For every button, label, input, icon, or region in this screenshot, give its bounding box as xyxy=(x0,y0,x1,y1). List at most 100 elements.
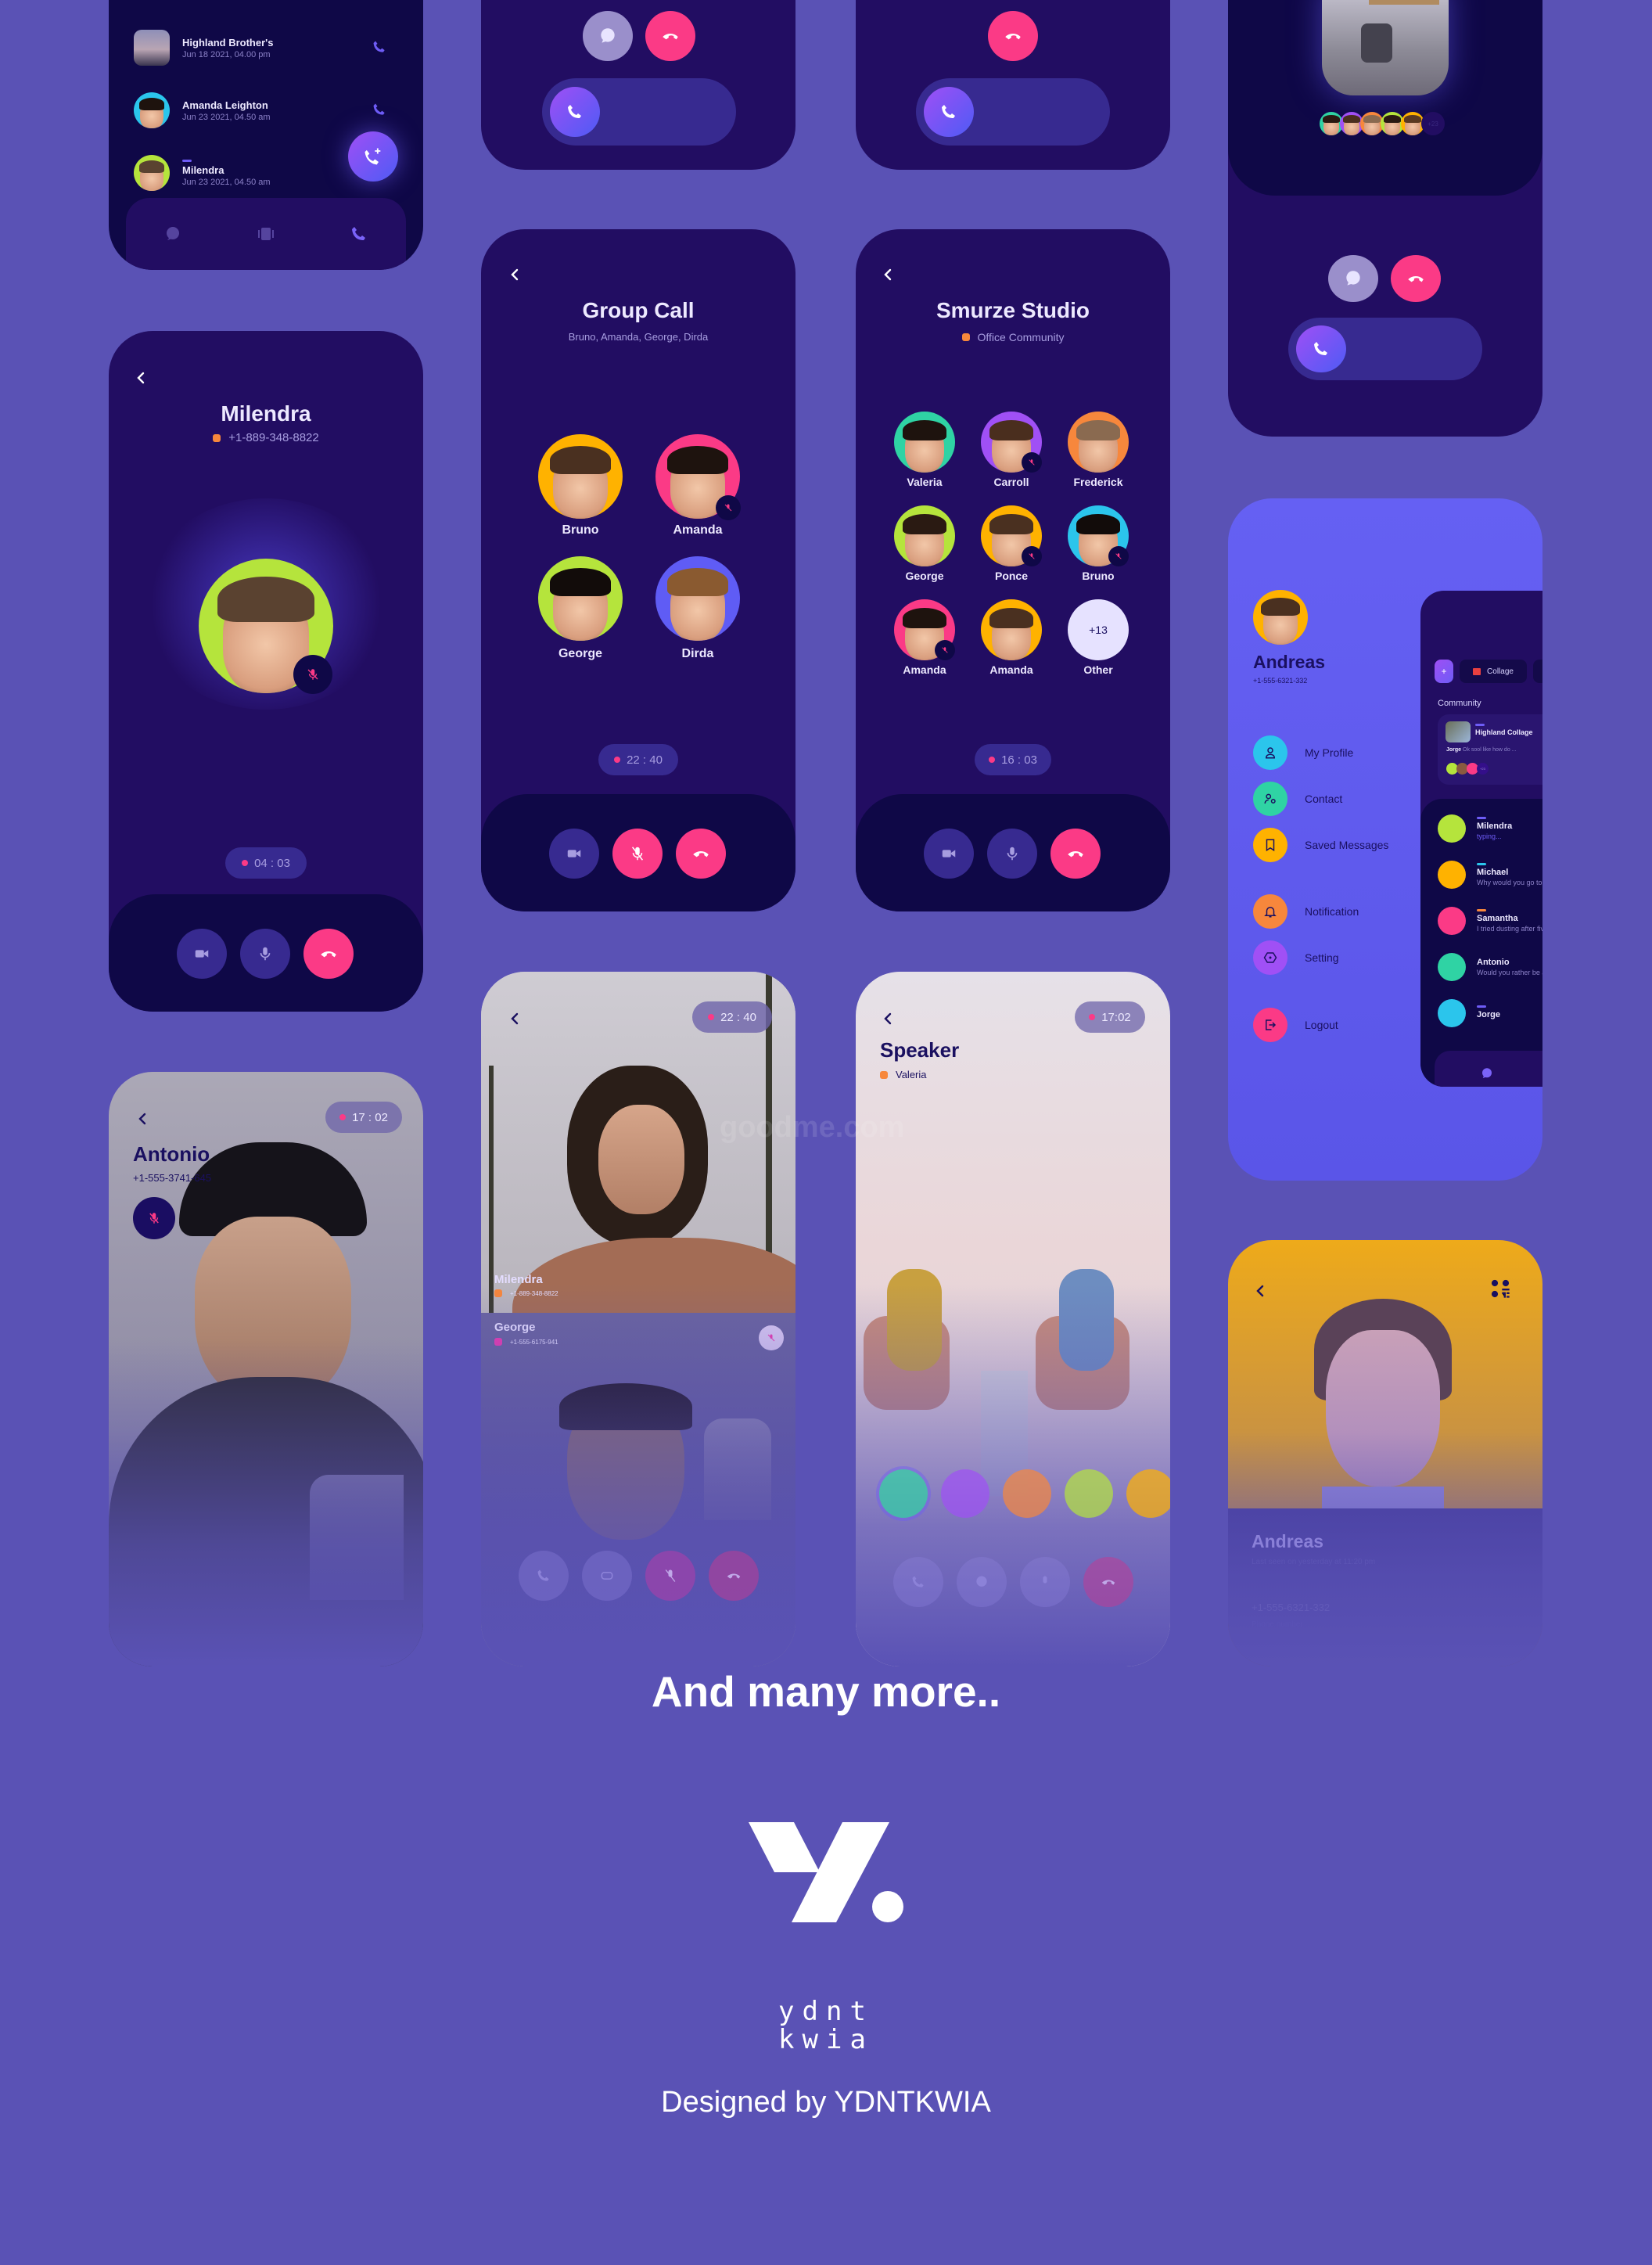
end-call-button[interactable] xyxy=(303,929,354,979)
back-button[interactable] xyxy=(876,1007,900,1030)
new-call-button[interactable] xyxy=(348,131,398,182)
menu-item-saved-messages[interactable]: Saved Messages xyxy=(1253,828,1388,862)
slider-handle[interactable] xyxy=(1296,325,1346,372)
end-call-button[interactable] xyxy=(1050,829,1101,879)
answer-slider[interactable] xyxy=(542,78,736,146)
slider-handle[interactable] xyxy=(924,87,974,137)
contacts-icon xyxy=(1253,782,1287,816)
mic-button[interactable] xyxy=(987,829,1037,879)
listener-avatar[interactable] xyxy=(1065,1469,1113,1518)
decline-button[interactable] xyxy=(645,11,695,61)
end-call-button[interactable] xyxy=(1083,1557,1133,1607)
tab-next[interactable] xyxy=(1533,660,1542,683)
participant-avatar[interactable] xyxy=(894,505,955,566)
community-card[interactable]: Highland Collage Jorge Ok sool like how … xyxy=(1438,714,1542,785)
back-button[interactable] xyxy=(1248,1279,1272,1303)
call-controls xyxy=(856,794,1170,911)
listener-avatar[interactable] xyxy=(879,1469,928,1518)
participant-avatar[interactable] xyxy=(894,412,955,473)
status-indicator xyxy=(494,1338,502,1346)
video-button[interactable] xyxy=(177,929,227,979)
profile-avatar[interactable] xyxy=(1253,590,1308,645)
add-button[interactable]: + xyxy=(1435,660,1453,683)
answer-slider[interactable] xyxy=(916,78,1110,146)
participant-name: George xyxy=(905,570,944,582)
incoming-call-screen xyxy=(481,0,795,170)
phone-number: +1-889-348-8822 xyxy=(510,1289,558,1297)
video-button[interactable] xyxy=(924,829,974,879)
phone-icon[interactable] xyxy=(372,102,387,117)
chat-icon[interactable] xyxy=(1480,1066,1494,1080)
call-log-row[interactable]: Amanda Leighton Jun 23 2021, 04.50 am xyxy=(134,92,271,128)
slider-handle[interactable] xyxy=(550,87,600,137)
chat-icon[interactable] xyxy=(163,225,182,243)
caller-phone: +1-555-3741-645 xyxy=(133,1172,212,1184)
chat-list-item[interactable]: Samantha I tried dusting after five xyxy=(1438,907,1542,935)
decline-button[interactable] xyxy=(988,11,1038,61)
phone-icon[interactable] xyxy=(350,225,368,243)
status-indicator xyxy=(213,433,221,442)
more-participants[interactable]: +23 xyxy=(1421,112,1445,135)
participant-avatar[interactable] xyxy=(981,599,1042,660)
menu-item-setting[interactable]: Setting xyxy=(1253,940,1339,975)
phone-icon[interactable] xyxy=(372,39,387,55)
participant-avatar[interactable] xyxy=(538,434,623,519)
video-icon xyxy=(567,850,581,857)
chat-list-item[interactable]: Milendra typing... xyxy=(1438,814,1512,843)
menu-item-notification[interactable]: Notification xyxy=(1253,894,1359,929)
participant-avatar[interactable] xyxy=(1068,412,1129,473)
phone-button[interactable] xyxy=(519,1551,569,1601)
video-group-call-screen: Milendra +1-889-348-8822 George +1-555-6… xyxy=(481,972,795,1666)
video-button[interactable] xyxy=(549,829,599,879)
message-button[interactable] xyxy=(957,1557,1007,1607)
menu-item-logout[interactable]: Logout xyxy=(1253,1008,1338,1042)
stories-icon[interactable] xyxy=(1539,1066,1542,1080)
mute-button[interactable] xyxy=(645,1551,695,1601)
tab-collage[interactable]: Collage xyxy=(1460,660,1527,683)
phone-button[interactable] xyxy=(893,1557,943,1607)
menu-item-contact[interactable]: Contact xyxy=(1253,782,1342,816)
message-button[interactable] xyxy=(1328,255,1378,302)
call-log-row[interactable]: Highland Brother's Jun 18 2021, 04.00 pm xyxy=(134,30,274,66)
decline-button[interactable] xyxy=(1391,255,1441,302)
answer-slider[interactable] xyxy=(1288,318,1482,380)
user-icon xyxy=(1253,735,1287,770)
menu-item-my-profile[interactable]: My Profile xyxy=(1253,735,1353,770)
bell-icon xyxy=(1253,894,1287,929)
chat-list-item[interactable]: Michael Why would you go to a xyxy=(1438,861,1542,889)
end-call-button[interactable] xyxy=(676,829,726,879)
more-participants-button[interactable]: +13 xyxy=(1068,599,1129,660)
listener-avatar[interactable] xyxy=(1003,1469,1051,1518)
call-title: Group Call xyxy=(582,298,695,322)
profile-menu-screen: Andreas +1-555-6321-332 My Profile Conta… xyxy=(1228,498,1542,1181)
back-button[interactable] xyxy=(131,1107,154,1131)
top-name: Milendra xyxy=(494,1273,543,1286)
back-button[interactable] xyxy=(503,263,526,286)
mute-indicator[interactable] xyxy=(759,1325,784,1350)
message-icon xyxy=(1346,271,1360,286)
mic-button[interactable] xyxy=(1020,1557,1070,1607)
stories-icon[interactable] xyxy=(257,225,275,243)
participant-avatar[interactable] xyxy=(538,556,623,641)
chat-preview-text: I tried dusting after five xyxy=(1477,925,1542,933)
mute-button[interactable] xyxy=(133,1197,175,1239)
group-call-screen: Group Call Bruno, Amanda, George, Dirda … xyxy=(481,229,795,911)
back-button[interactable] xyxy=(129,366,153,390)
chat-list-item[interactable]: Jorge xyxy=(1438,999,1500,1027)
back-button[interactable] xyxy=(503,1007,526,1030)
listener-avatar[interactable] xyxy=(941,1469,989,1518)
message-button[interactable] xyxy=(583,11,633,61)
mic-button[interactable] xyxy=(240,929,290,979)
call-log-row[interactable]: Milendra Jun 23 2021, 04.50 am xyxy=(134,155,271,191)
back-button[interactable] xyxy=(876,263,900,286)
chat-list-item[interactable]: Antonio Would you rather be an xyxy=(1438,953,1542,981)
listener-avatar[interactable] xyxy=(1126,1469,1170,1518)
qr-code-icon[interactable] xyxy=(1489,1278,1511,1300)
participant-avatar[interactable] xyxy=(655,556,740,641)
mute-button[interactable] xyxy=(612,829,663,879)
flip-camera-button[interactable] xyxy=(582,1551,632,1601)
end-call-button[interactable] xyxy=(709,1551,759,1601)
muted-badge xyxy=(1022,546,1042,566)
phone-icon xyxy=(537,1569,549,1581)
muted-badge xyxy=(1108,546,1129,566)
